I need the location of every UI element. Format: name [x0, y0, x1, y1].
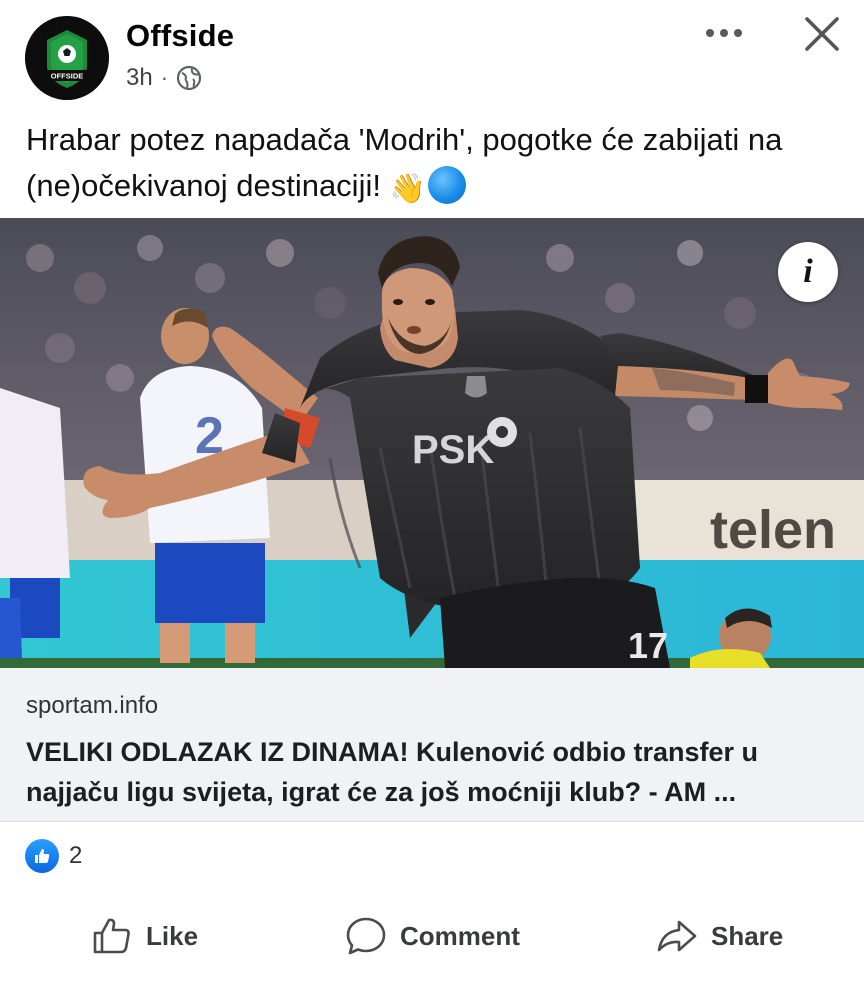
- football-player-photo: telen 2 PSK 17: [0, 218, 864, 668]
- like-label: Like: [146, 920, 199, 951]
- reactions-summary[interactable]: 2: [25, 838, 82, 874]
- ad-info-button[interactable]: i: [778, 242, 838, 302]
- more-options-button[interactable]: [700, 18, 748, 48]
- dot-1: [706, 29, 714, 37]
- thumbs-up-icon: [93, 918, 130, 954]
- dot-2: [720, 29, 728, 37]
- jersey-sponsor: PSK: [412, 428, 494, 472]
- share-label: Share: [711, 920, 784, 951]
- post-caption: Hrabar potez napadača 'Modrih', pogotke …: [26, 117, 846, 212]
- board-text: telen: [710, 500, 836, 560]
- page-avatar[interactable]: OFFSIDE: [25, 16, 109, 100]
- avatar-logo-text: OFFSIDE: [51, 72, 84, 81]
- share-button[interactable]: Share: [655, 900, 783, 972]
- action-bar: Like Comment Share: [0, 900, 864, 972]
- blue-circle-emoji: [427, 166, 466, 204]
- reaction-count: 2: [69, 842, 83, 869]
- link-domain: sportam.info: [26, 692, 159, 719]
- close-icon[interactable]: [800, 12, 844, 56]
- comment-icon: [346, 917, 386, 955]
- offside-logo-icon: OFFSIDE: [25, 16, 109, 100]
- post-meta: 3h ·: [126, 64, 202, 92]
- share-icon: [657, 920, 697, 952]
- waving-hand-emoji: 👋: [389, 173, 426, 205]
- post-header: OFFSIDE Offside 3h ·: [0, 0, 864, 110]
- link-preview[interactable]: sportam.info VELIKI ODLAZAK IZ DINAMA! K…: [0, 668, 864, 822]
- post-photo[interactable]: telen 2 PSK 17: [0, 218, 864, 668]
- comment-label: Comment: [400, 920, 520, 951]
- page-name[interactable]: Offside: [126, 18, 234, 54]
- meta-separator: ·: [160, 65, 169, 90]
- like-reaction-icon: [25, 839, 59, 873]
- globe-icon: [176, 65, 202, 91]
- comment-button[interactable]: Comment: [344, 900, 520, 972]
- post-time[interactable]: 3h: [126, 64, 153, 92]
- like-button[interactable]: Like: [90, 900, 198, 972]
- dot-3: [734, 29, 742, 37]
- jersey-number: 17: [628, 625, 668, 666]
- link-title[interactable]: VELIKI ODLAZAK IZ DINAMA! Kulenović odbi…: [26, 732, 846, 812]
